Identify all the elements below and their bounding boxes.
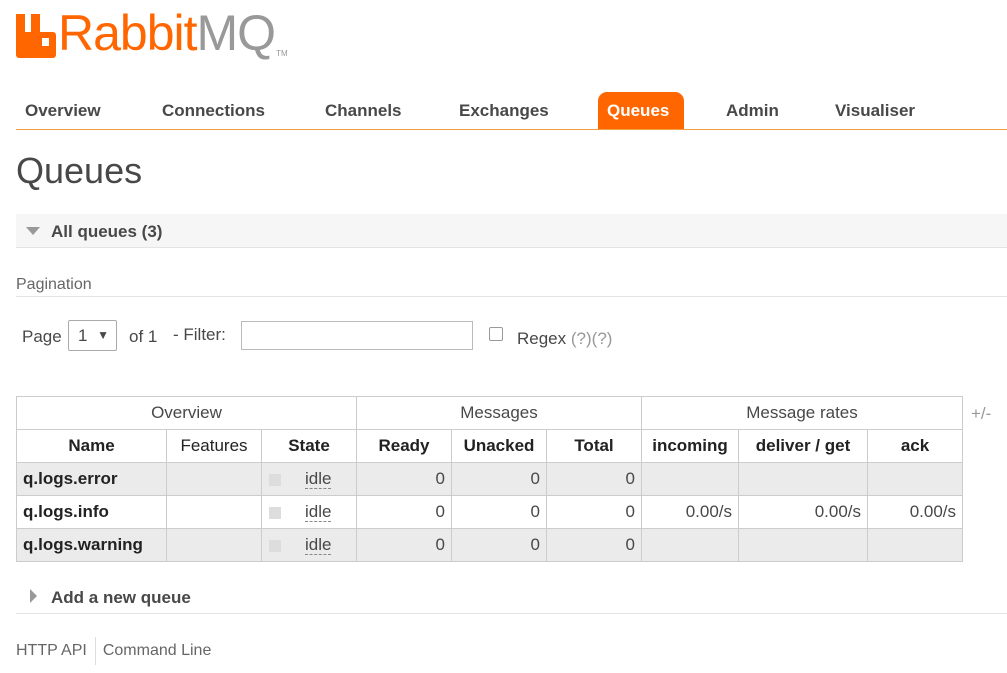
rate-incoming: 0.00/s: [641, 495, 739, 529]
add-queue-toggle[interactable]: Add a new queue: [16, 580, 1007, 614]
queue-ready: 0: [356, 462, 452, 496]
queue-unacked: 0: [451, 528, 547, 562]
queue-state: idle: [261, 462, 357, 496]
footer: HTTP API Command Line: [16, 637, 211, 665]
divider: [16, 296, 1007, 297]
logo-wordmark: RabbitMQ: [58, 5, 276, 61]
triangle-right-icon: [30, 589, 37, 603]
tab-channels[interactable]: Channels: [316, 92, 411, 129]
column-header-state[interactable]: State: [261, 429, 357, 463]
group-header-message-rates: Message rates: [641, 396, 963, 430]
tab-visualiser[interactable]: Visualiser: [826, 92, 924, 129]
state-idle: idle: [305, 502, 332, 522]
rate-ack: 0.00/s: [867, 495, 963, 529]
tab-exchanges[interactable]: Exchanges: [450, 92, 558, 129]
page-select[interactable]: 1 ▼: [68, 320, 117, 351]
regex-help-link-2[interactable]: (?): [592, 329, 613, 348]
status-indicator-icon: [269, 506, 281, 519]
queue-features: [166, 528, 262, 562]
rate-deliver-get: 0.00/s: [738, 495, 868, 529]
regex-checkbox[interactable]: [489, 327, 503, 341]
queue-name-link[interactable]: q.logs.info: [16, 495, 167, 529]
queue-state: idle: [261, 495, 357, 529]
queue-unacked: 0: [451, 495, 547, 529]
queue-ready: 0: [356, 495, 452, 529]
queue-features: [166, 462, 262, 496]
group-header-messages: Messages: [356, 396, 642, 430]
tab-overview[interactable]: Overview: [16, 92, 110, 129]
all-queues-label: All queues (3): [51, 222, 163, 241]
pagination-title: Pagination: [16, 276, 92, 293]
footer-divider: [94, 637, 96, 665]
queue-state: idle: [261, 528, 357, 562]
queue-ready: 0: [356, 528, 452, 562]
status-indicator-icon: [269, 539, 281, 552]
all-queues-toggle[interactable]: All queues (3): [16, 214, 1007, 248]
column-header-name[interactable]: Name: [16, 429, 167, 463]
column-header-deliver-get[interactable]: deliver / get: [738, 429, 868, 463]
page-title: Queues: [16, 150, 143, 191]
column-header-unacked[interactable]: Unacked: [451, 429, 547, 463]
state-idle: idle: [305, 535, 332, 555]
column-header-features: Features: [166, 429, 262, 463]
table-row: q.logs.error idle 0 0 0: [16, 462, 963, 496]
queue-total: 0: [546, 462, 642, 496]
dropdown-arrow-icon: ▼: [97, 328, 109, 342]
filter-label: - Filter:: [173, 325, 226, 344]
queue-name-link[interactable]: q.logs.error: [16, 462, 167, 496]
regex-label: Regex (?)(?): [517, 329, 612, 349]
rate-incoming: [641, 462, 739, 496]
rate-incoming: [641, 528, 739, 562]
tab-queues[interactable]: Queues: [598, 92, 684, 129]
logo-trademark: TM: [276, 49, 288, 58]
tab-connections[interactable]: Connections: [153, 92, 274, 129]
status-indicator-icon: [269, 473, 281, 486]
column-header-ack[interactable]: ack: [867, 429, 963, 463]
regex-text: Regex: [517, 329, 567, 348]
filter-input[interactable]: [241, 321, 473, 350]
column-header-total[interactable]: Total: [546, 429, 642, 463]
queue-total: 0: [546, 528, 642, 562]
footer-link-http-api[interactable]: HTTP API: [16, 637, 87, 665]
triangle-down-icon: [26, 227, 40, 235]
tab-admin[interactable]: Admin: [717, 92, 788, 129]
table-row: q.logs.warning idle 0 0 0: [16, 528, 963, 562]
regex-help-link-1[interactable]: (?): [571, 329, 592, 348]
footer-link-command-line[interactable]: Command Line: [103, 637, 212, 665]
page-select-value: 1: [78, 326, 88, 345]
main-nav: Overview Connections Channels Exchanges …: [16, 92, 1007, 130]
rate-ack: [867, 462, 963, 496]
queue-unacked: 0: [451, 462, 547, 496]
column-header-incoming[interactable]: incoming: [641, 429, 739, 463]
page-count: of 1: [129, 327, 158, 346]
rabbitmq-logo-icon: [16, 12, 56, 58]
state-idle: idle: [305, 469, 332, 489]
rate-ack: [867, 528, 963, 562]
rate-deliver-get: [738, 528, 868, 562]
rabbitmq-logo[interactable]: RabbitMQ TM: [16, 8, 288, 62]
group-header-overview: Overview: [16, 396, 357, 430]
column-toggle-button[interactable]: +/-: [971, 404, 991, 424]
queue-name-link[interactable]: q.logs.warning: [16, 528, 167, 562]
page-label: Page: [22, 327, 62, 346]
queue-total: 0: [546, 495, 642, 529]
queue-features: [166, 495, 262, 529]
add-queue-label: Add a new queue: [51, 588, 191, 607]
table-row: q.logs.info idle 0 0 0 0.00/s 0.00/s 0.0…: [16, 495, 963, 529]
rate-deliver-get: [738, 462, 868, 496]
column-header-ready[interactable]: Ready: [356, 429, 452, 463]
queues-table: Overview Messages Message rates Name Fea…: [16, 396, 963, 562]
